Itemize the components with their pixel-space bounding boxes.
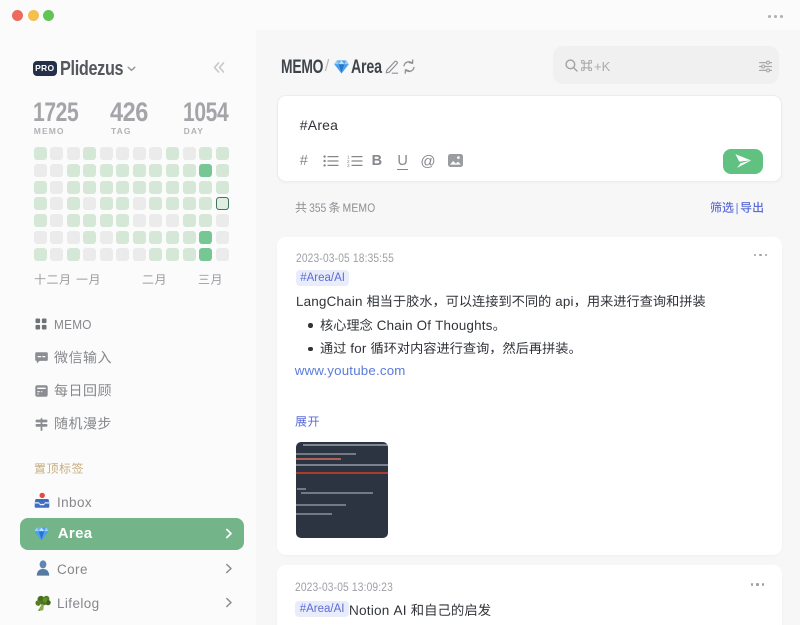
svg-text:3: 3 [347,163,350,167]
